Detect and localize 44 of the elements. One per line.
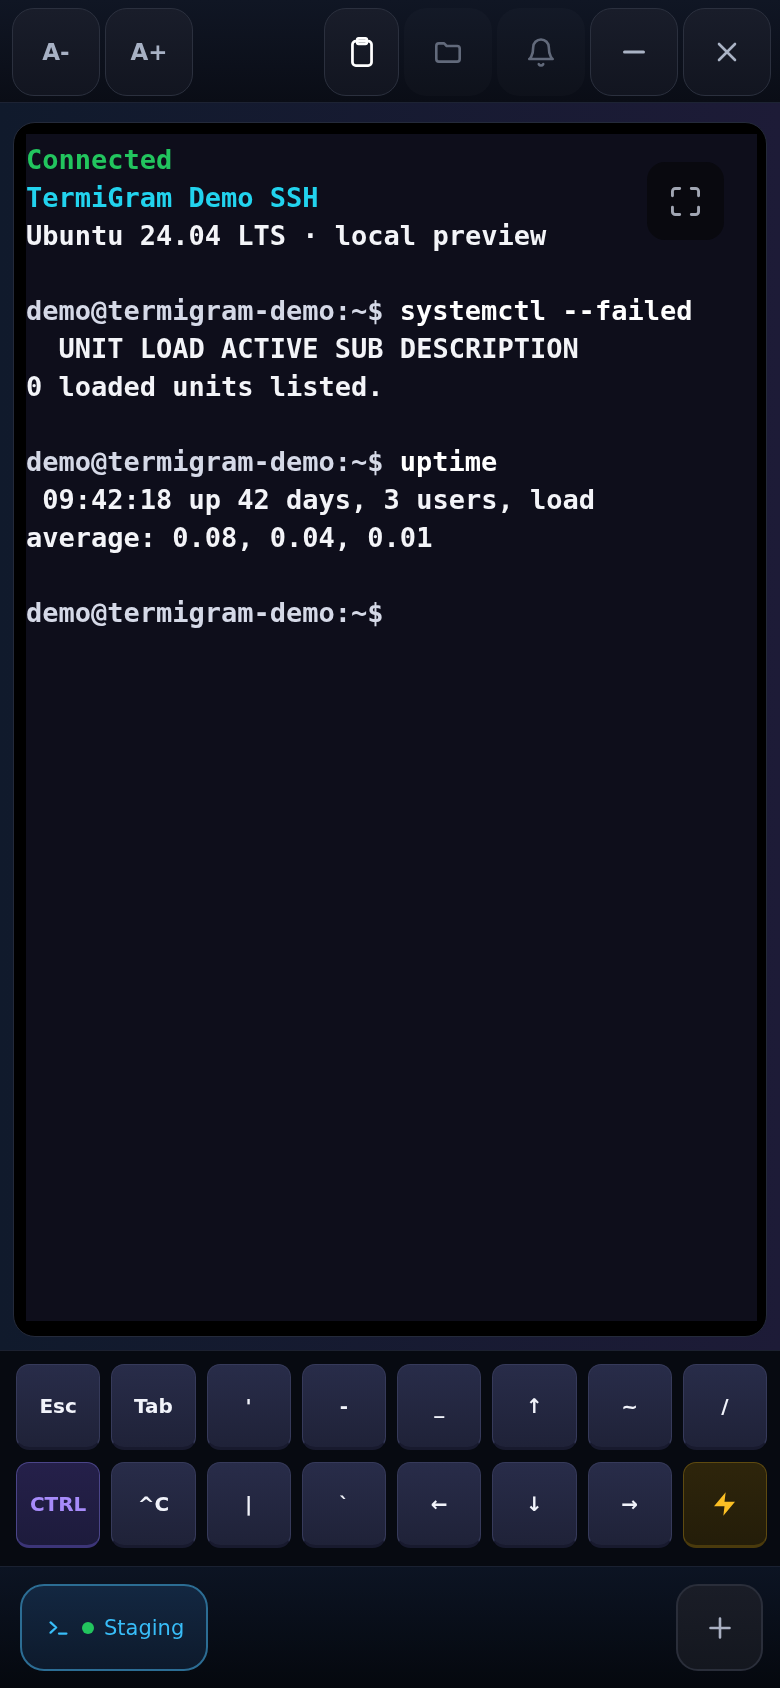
keyboard-key[interactable]: /	[682, 1364, 767, 1450]
keyboard-key[interactable]: |	[206, 1462, 291, 1548]
terminal-output: UNIT LOAD ACTIVE SUB DESCRIPTION	[57, 332, 579, 364]
bell-icon	[528, 37, 554, 67]
close-icon	[717, 42, 737, 62]
session-tab[interactable]: Staging	[20, 1584, 208, 1671]
keyboard-key[interactable]: Esc	[16, 1364, 101, 1450]
keyboard-key[interactable]: →	[587, 1462, 672, 1548]
shell-prompt: demo@termigram-demo:~$	[26, 295, 384, 326]
keyboard-key[interactable]: _	[397, 1364, 482, 1450]
keyboard-key[interactable]: ↑	[492, 1364, 577, 1450]
keyboard-key[interactable]: '	[206, 1364, 291, 1450]
connection-status: Connected	[26, 144, 173, 175]
session-title: TermiGram Demo SSH	[26, 181, 319, 213]
modifier-key[interactable]: CTRL	[16, 1462, 101, 1548]
fullscreen-icon	[671, 186, 700, 216]
terminal-output: 09:42:18 up 42 days, 3 users, load	[41, 483, 595, 515]
keyboard-key[interactable]: ↓	[492, 1462, 577, 1548]
lightning-key[interactable]	[682, 1462, 767, 1548]
fullscreen-button[interactable]	[647, 162, 724, 240]
keyboard-key[interactable]: -	[301, 1364, 386, 1450]
font-decrease-button[interactable]: A-	[12, 8, 100, 96]
command-text: systemctl --failed	[399, 295, 693, 326]
font-increase-button[interactable]: A+	[105, 8, 193, 96]
folder-icon	[435, 41, 461, 63]
minus-icon	[623, 50, 645, 54]
keyboard-key[interactable]: ←	[397, 1462, 482, 1548]
close-button[interactable]	[683, 8, 771, 96]
terminal-output: Ubuntu 24.04 LTS · local preview	[26, 219, 547, 251]
terminal-output: average: 0.08, 0.04, 0.01	[26, 521, 433, 553]
keyboard-key[interactable]: ~	[587, 1364, 672, 1450]
add-tab-button[interactable]	[676, 1584, 763, 1671]
keyboard-key[interactable]: Tab	[111, 1364, 196, 1450]
shell-prompt: demo@termigram-demo:~$	[26, 446, 384, 477]
keyboard-key[interactable]: ^C	[111, 1462, 196, 1548]
command-text: uptime	[399, 446, 498, 477]
terminal-icon	[49, 1620, 68, 1635]
lightning-icon	[714, 1492, 736, 1516]
keyboard-key[interactable]: `	[301, 1462, 386, 1548]
terminal-output: 0 loaded units listed.	[26, 370, 384, 402]
shell-prompt: demo@termigram-demo:~$	[26, 597, 384, 628]
clipboard-button[interactable]	[324, 8, 399, 96]
clipboard-icon	[350, 37, 373, 67]
plus-icon	[708, 1616, 731, 1639]
